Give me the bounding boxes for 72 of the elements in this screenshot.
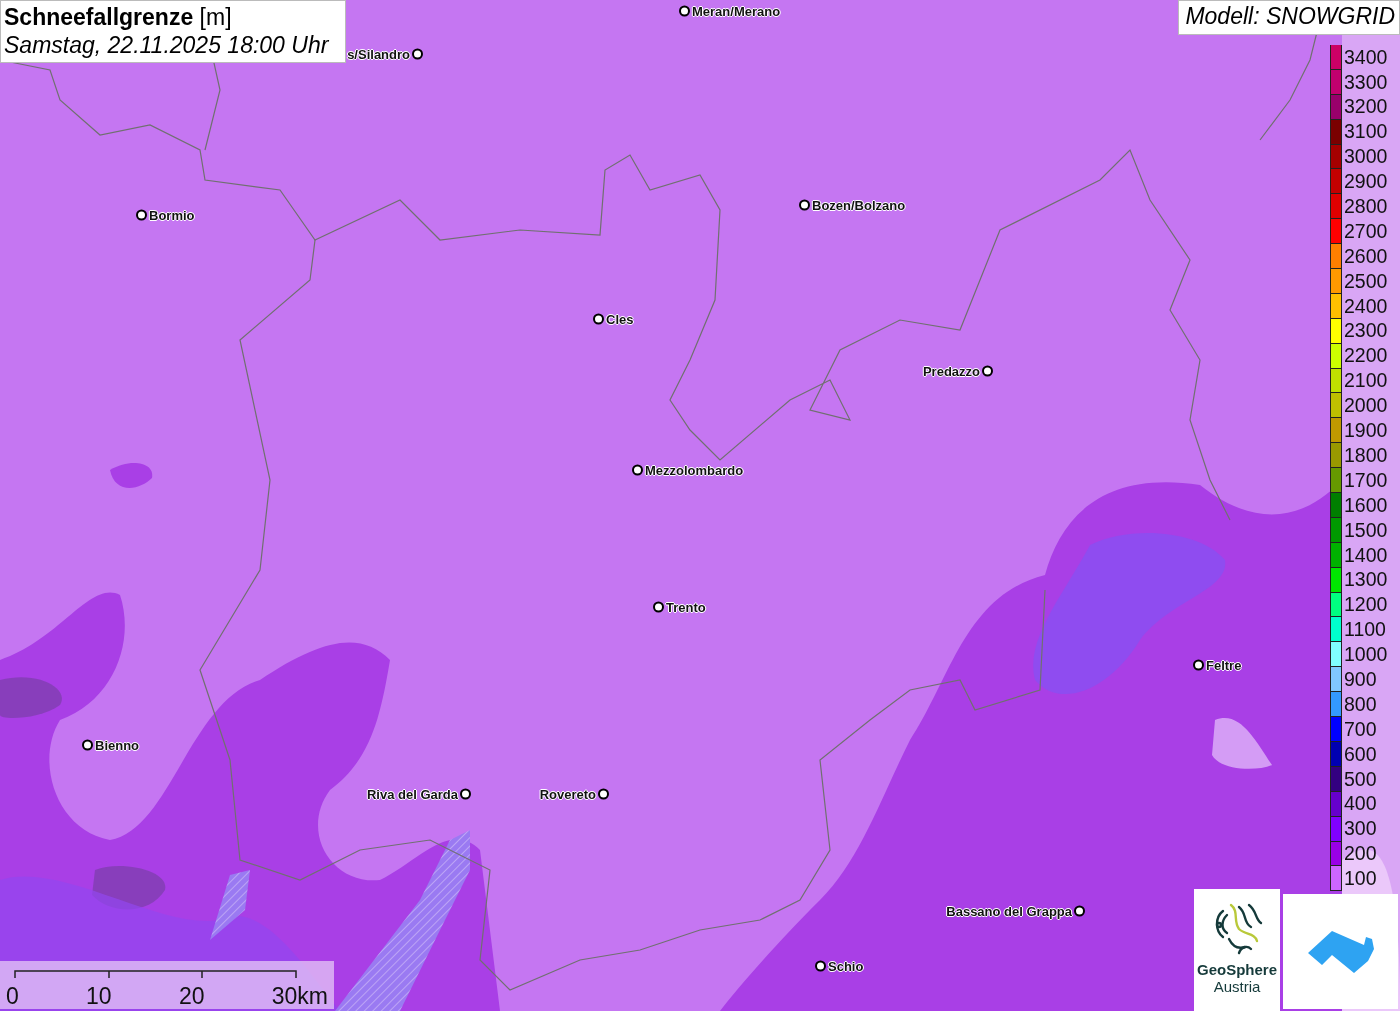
legend-label: 100 [1344, 869, 1377, 889]
city-dot-icon [598, 788, 609, 800]
legend-label: 3400 [1344, 47, 1388, 68]
city-dot-icon [82, 739, 93, 751]
city-dot-icon [679, 5, 690, 17]
city-label: Predazzo [922, 363, 980, 379]
city-dot-icon [460, 788, 471, 800]
city-dot-icon [1074, 905, 1085, 917]
legend-label: 500 [1344, 769, 1377, 789]
city-dot-icon [799, 199, 810, 211]
city-label: Feltre [1206, 657, 1242, 673]
legend-label: 3000 [1344, 147, 1388, 167]
legend-label: 1200 [1344, 595, 1388, 615]
legend-label: 1300 [1344, 570, 1388, 590]
city-dot-icon [653, 601, 664, 613]
city-label: s/Silandro [347, 46, 410, 62]
city-label: Rovereto [539, 786, 596, 802]
city-label: Meran/Merano [692, 3, 781, 19]
scale-label: 30km [271, 985, 328, 1008]
legend-label: 2100 [1344, 371, 1388, 391]
legend-label: 2600 [1344, 246, 1388, 267]
legend-label: 300 [1344, 819, 1377, 839]
legend-label: 2000 [1344, 396, 1388, 416]
city-dot-icon [982, 365, 993, 377]
scale-label: 0 [6, 985, 19, 1008]
legend-label: 400 [1344, 794, 1377, 814]
legend-label: 1600 [1344, 495, 1388, 516]
scale-label: 10 [86, 985, 112, 1008]
city-label: Bassano del Grappa [946, 903, 1072, 919]
legend-label: 1400 [1344, 545, 1388, 565]
legend-label: 700 [1344, 719, 1377, 740]
city-label: Bormio [149, 207, 195, 223]
legend-label: 900 [1344, 669, 1377, 690]
model-label: Modell: SNOWGRID [1178, 0, 1400, 35]
legend-label: 2500 [1344, 271, 1388, 292]
legend-label: 800 [1344, 694, 1377, 715]
legend-label: 2900 [1344, 172, 1388, 192]
legend-label: 1800 [1344, 445, 1388, 466]
legend-label: 2700 [1344, 221, 1388, 242]
legend-label: 1100 [1344, 620, 1386, 640]
legend-label: 1700 [1344, 470, 1388, 491]
city-dot-icon [412, 48, 423, 60]
legend-label: 1000 [1344, 645, 1388, 665]
city-dot-icon [593, 313, 604, 325]
forecast-date: Samstag, 22.11.2025 18:00 Uhr [4, 31, 330, 59]
legend-label: 3300 [1344, 72, 1388, 93]
city-label: Schio [828, 958, 864, 974]
city-label: Bozen/Bolzano [812, 197, 906, 213]
scale-label: 20 [178, 985, 205, 1008]
legend-label: 2800 [1344, 197, 1388, 217]
city-label: Trento [666, 599, 706, 615]
city-dot-icon [632, 464, 643, 476]
logo-text: Austria [1213, 978, 1261, 995]
city-label: Cles [606, 311, 634, 327]
city-label: Bienno [95, 737, 140, 753]
city-label: Mezzolombardo [645, 462, 744, 478]
legend-label: 3200 [1344, 97, 1388, 117]
legend-label: 1500 [1344, 520, 1388, 541]
legend-label: 2200 [1344, 346, 1388, 366]
legend-label: 2300 [1344, 321, 1388, 341]
legend-label: 3100 [1344, 122, 1388, 142]
city-dot-icon [136, 209, 147, 221]
logo-text: GeoSphere [1197, 961, 1277, 978]
legend-label: 1900 [1344, 421, 1388, 441]
roof-cloud-logo-icon [1307, 928, 1374, 975]
map-title: Schneefallgrenze [m] [4, 3, 233, 31]
city-dot-icon [1193, 659, 1204, 671]
city-dot-icon [815, 960, 826, 972]
city-label: Riva del Garda [366, 786, 458, 802]
legend-label: 2400 [1344, 296, 1388, 317]
legend-label: 600 [1344, 744, 1377, 765]
legend-label: 200 [1344, 844, 1377, 864]
